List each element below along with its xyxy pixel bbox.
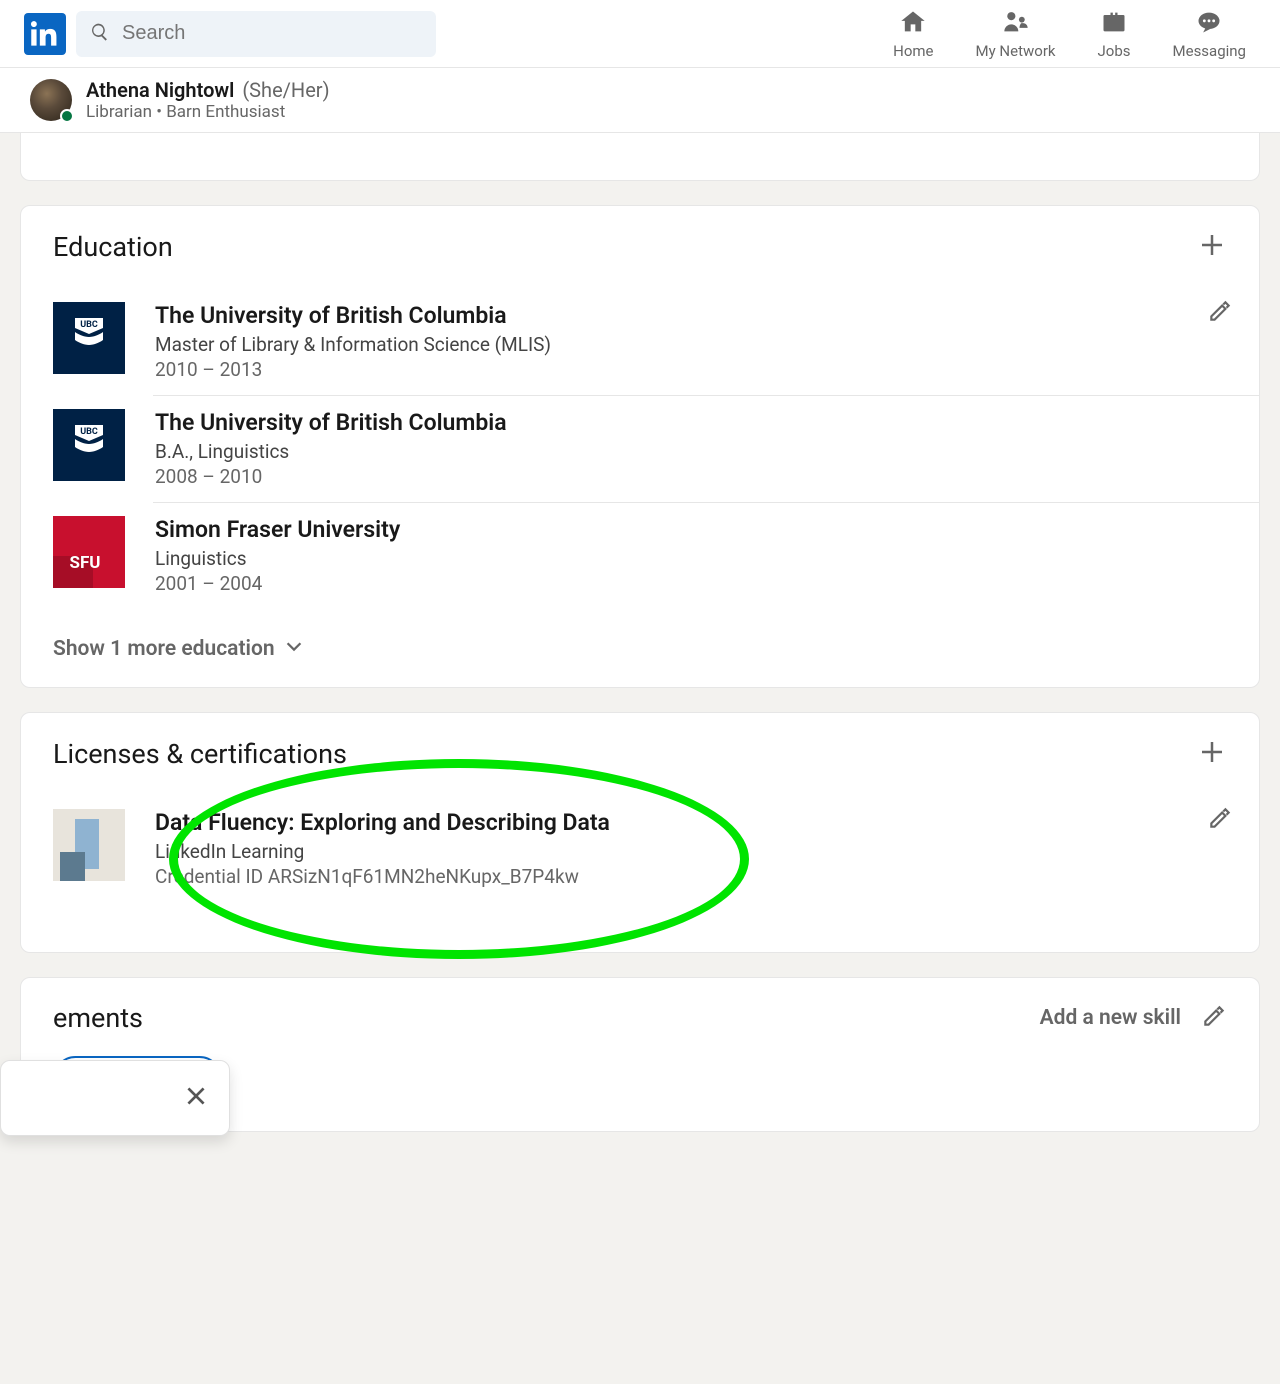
cert-entry[interactable]: Data Fluency: Exploring and Describing D…	[53, 795, 1227, 928]
cert-issuer: LinkedIn Learning	[155, 840, 1227, 863]
school-name: The University of British Columbia	[155, 302, 1227, 329]
home-icon	[899, 8, 927, 40]
previous-section-bottom	[20, 133, 1260, 181]
school-logo-ubc: UBC	[53, 409, 125, 481]
presence-indicator	[60, 109, 74, 123]
nav-items: Home My Network Jobs Messaging	[893, 8, 1256, 60]
profile-summary-strip: Athena Nightowl (She/Her) Librarian • Ba…	[0, 68, 1280, 133]
education-entry[interactable]: UBC The University of British Columbia M…	[53, 288, 1227, 395]
cert-title: Data Fluency: Exploring and Describing D…	[155, 809, 1227, 836]
profile-name: Athena Nightowl	[86, 78, 234, 102]
edit-cert-button[interactable]	[1207, 805, 1233, 835]
add-education-button[interactable]	[1197, 230, 1227, 264]
nav-home[interactable]: Home	[893, 8, 933, 60]
school-logo-sfu: SFU	[53, 516, 125, 588]
certs-title: Licenses & certifications	[53, 738, 347, 770]
chevron-down-icon	[283, 635, 305, 663]
edu-dates: 2001 – 2004	[155, 572, 1227, 595]
show-more-label: Show 1 more education	[53, 637, 275, 661]
nav-jobs[interactable]: Jobs	[1098, 8, 1131, 60]
avatar[interactable]	[30, 79, 72, 121]
profile-headline: Librarian • Barn Enthusiast	[86, 102, 330, 122]
add-cert-button[interactable]	[1197, 737, 1227, 771]
degree: Linguistics	[155, 547, 1227, 570]
edit-education-button[interactable]	[1207, 298, 1233, 328]
degree: Master of Library & Information Science …	[155, 333, 1227, 356]
messaging-icon	[1195, 8, 1223, 40]
cert-credential: Credential ID ARSizN1qF61MN2heNKupx_B7P4…	[155, 865, 1227, 888]
edu-dates: 2008 – 2010	[155, 465, 1227, 488]
edit-skills-button[interactable]	[1201, 1003, 1227, 1033]
svg-text:UBC: UBC	[80, 427, 98, 437]
degree: B.A., Linguistics	[155, 440, 1227, 463]
search-icon	[90, 22, 110, 46]
top-navbar: Home My Network Jobs Messaging	[0, 0, 1280, 68]
education-entry[interactable]: SFU Simon Fraser University Linguistics …	[53, 502, 1227, 609]
education-title: Education	[53, 231, 173, 263]
jobs-icon	[1100, 8, 1128, 40]
floating-popup	[0, 1060, 230, 1136]
edu-dates: 2010 – 2013	[155, 358, 1227, 381]
nav-jobs-label: Jobs	[1098, 42, 1131, 60]
search-input[interactable]	[122, 22, 422, 45]
nav-messaging-label: Messaging	[1173, 42, 1246, 60]
education-entry[interactable]: UBC The University of British Columbia B…	[53, 395, 1227, 502]
education-section: Education UBC The University of British …	[20, 205, 1260, 688]
school-logo-ubc: UBC	[53, 302, 125, 374]
search-bar[interactable]	[76, 11, 436, 57]
linkedin-logo[interactable]	[24, 13, 66, 55]
nav-home-label: Home	[893, 42, 933, 60]
network-icon	[1002, 8, 1030, 40]
close-popup-button[interactable]	[183, 1083, 209, 1113]
certifications-section: Licenses & certifications Data Fluency: …	[20, 712, 1260, 953]
show-more-education[interactable]: Show 1 more education	[53, 635, 1227, 663]
nav-network-label: My Network	[976, 42, 1056, 60]
add-skill-button[interactable]: Add a new skill	[1040, 1006, 1181, 1030]
nav-messaging[interactable]: Messaging	[1173, 8, 1246, 60]
svg-text:UBC: UBC	[80, 320, 98, 330]
nav-network[interactable]: My Network	[976, 8, 1056, 60]
cert-logo-linkedin-learning	[53, 809, 125, 881]
skills-title-partial: ements	[53, 1002, 143, 1034]
school-name: The University of British Columbia	[155, 409, 1227, 436]
school-name: Simon Fraser University	[155, 516, 1227, 543]
profile-pronouns: (She/Her)	[242, 78, 329, 102]
